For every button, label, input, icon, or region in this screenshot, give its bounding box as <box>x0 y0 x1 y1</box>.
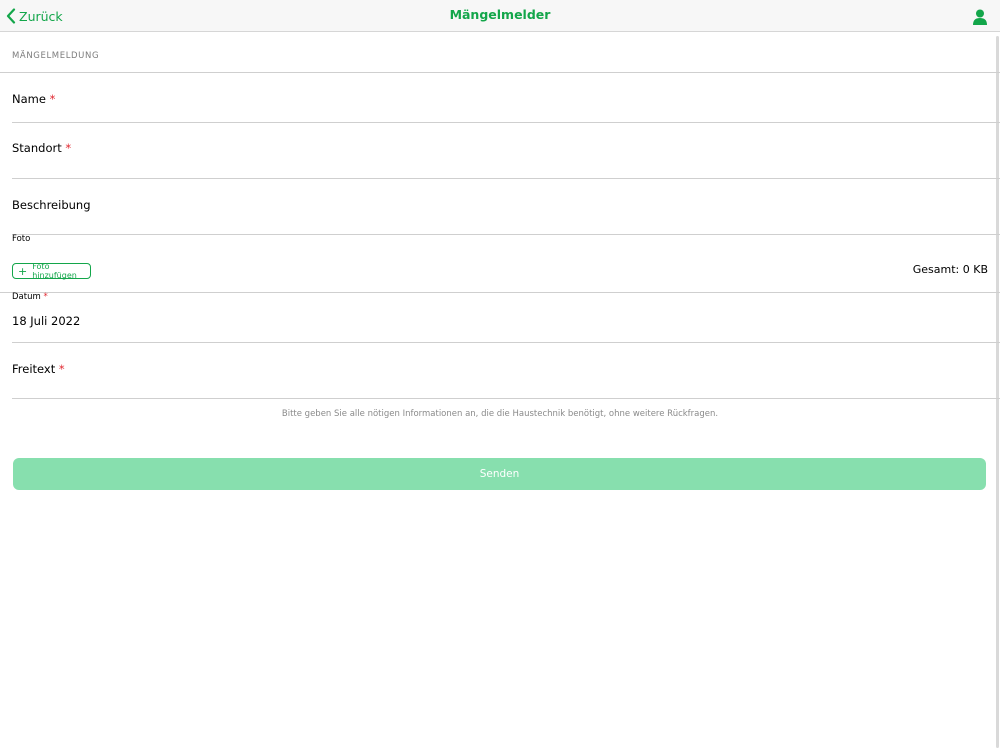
add-photo-label: Foto hinzufügen <box>32 262 77 280</box>
date-value[interactable]: 18 Juli 2022 <box>12 314 80 328</box>
location-field[interactable] <box>0 123 995 178</box>
name-field[interactable] <box>0 73 995 122</box>
plus-icon: + <box>18 264 28 278</box>
freetext-label: Freitext * <box>12 362 65 376</box>
navigation-bar: Zurück Mängelmelder <box>0 0 1000 32</box>
divider <box>12 398 1000 399</box>
page-title: Mängelmelder <box>449 7 551 22</box>
submit-button-label: Senden <box>479 468 520 480</box>
required-marker: * <box>49 92 56 106</box>
description-field[interactable] <box>0 179 995 234</box>
photo-label: Foto <box>12 234 31 244</box>
profile-button[interactable] <box>971 8 989 26</box>
total-size: Gesamt: 0 KB <box>912 263 988 276</box>
freetext-label-text: Freitext <box>12 362 56 376</box>
date-label-text: Datum <box>12 292 41 302</box>
person-icon <box>973 9 987 25</box>
required-marker: * <box>65 141 72 155</box>
divider <box>12 234 1000 235</box>
freetext-field[interactable] <box>0 343 995 398</box>
location-label: Standort * <box>12 141 71 155</box>
required-marker: * <box>43 292 48 302</box>
scrollbar[interactable] <box>996 36 999 748</box>
name-label-text: Name <box>12 92 46 106</box>
hint-text: Bitte geben Sie alle nötigen Information… <box>281 409 719 419</box>
required-marker: * <box>58 362 65 376</box>
submit-button[interactable]: Senden <box>13 458 986 490</box>
divider <box>0 292 1000 293</box>
section-header: MÄNGELMELDUNG <box>12 51 100 61</box>
location-label-text: Standort <box>12 141 62 155</box>
date-label: Datum * <box>12 292 48 302</box>
description-label: Beschreibung <box>12 198 91 212</box>
add-photo-button[interactable]: + Foto hinzufügen <box>12 262 91 280</box>
name-label: Name * <box>12 92 55 106</box>
